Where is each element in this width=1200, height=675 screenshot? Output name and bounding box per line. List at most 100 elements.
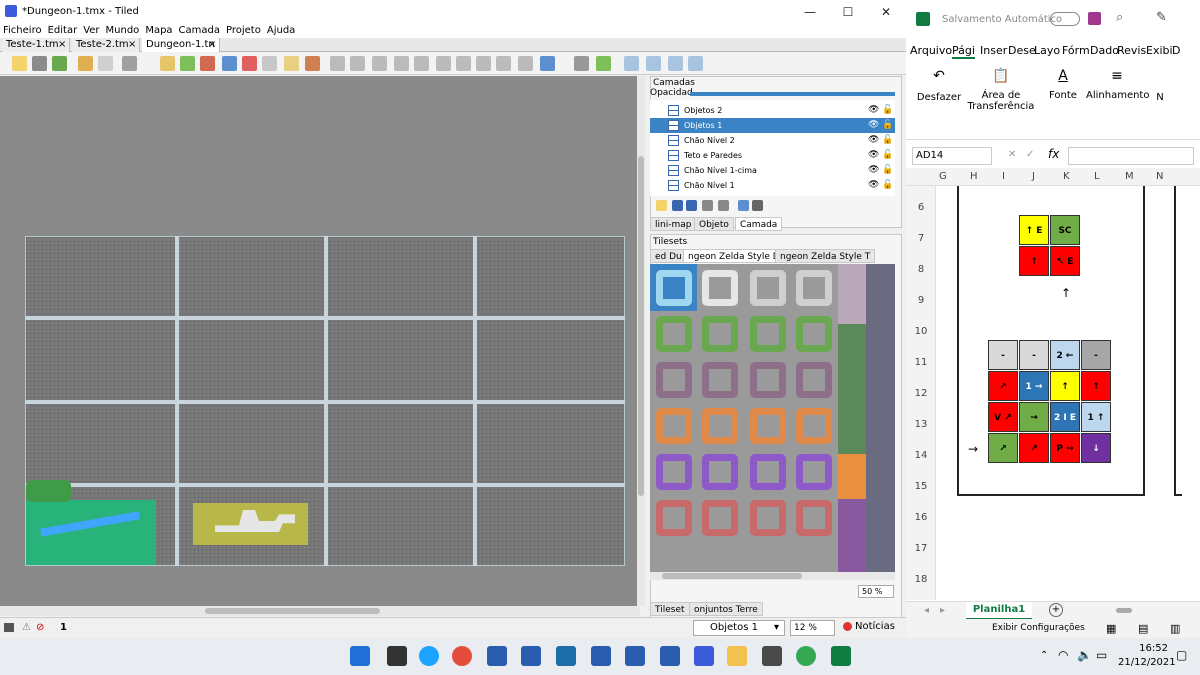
random-mode-icon[interactable]: [574, 56, 589, 71]
eye-icon[interactable]: 👁: [868, 148, 879, 163]
chrome-icon[interactable]: [452, 646, 472, 666]
tile[interactable]: [656, 316, 692, 352]
next-sheet-icon[interactable]: ▸: [940, 605, 945, 616]
stamp-brush-icon[interactable]: [160, 56, 175, 71]
canvas-vertical-scrollbar[interactable]: [637, 76, 645, 606]
row-header[interactable]: 11: [906, 357, 936, 368]
menu-mapa[interactable]: Mapa: [145, 24, 172, 38]
row-header[interactable]: 12: [906, 388, 936, 399]
ribbon-tab-desenhar[interactable]: Dese: [1008, 44, 1036, 57]
unlock-icon[interactable]: 🔓: [882, 163, 893, 178]
sheet-hscroll-thumb[interactable]: [1116, 608, 1132, 613]
menu-ficheiro[interactable]: Ficheiro: [3, 24, 42, 38]
col-header[interactable]: M: [1125, 171, 1134, 182]
camera-icon[interactable]: [625, 646, 645, 666]
shape-outline[interactable]: [1174, 186, 1182, 496]
unlock-icon[interactable]: 🔓: [882, 148, 893, 163]
col-header[interactable]: H: [970, 171, 978, 182]
tab-dungeon-1[interactable]: Dungeon-1.tn ×: [142, 38, 220, 52]
ribbon-tab-more[interactable]: D: [1172, 44, 1180, 57]
tile[interactable]: [702, 362, 738, 398]
shape-fill-icon[interactable]: [222, 56, 237, 71]
row-header[interactable]: 18: [906, 574, 936, 585]
grid-cell[interactable]: 2 ←: [1050, 340, 1080, 370]
menu-projeto[interactable]: Projeto: [226, 24, 261, 38]
ribbon-group-alinhamento[interactable]: ≡ Alinhamento: [1086, 62, 1149, 140]
wangfill-icon[interactable]: [596, 56, 611, 71]
cortana-icon[interactable]: [419, 646, 439, 666]
insert-polygon-icon[interactable]: [436, 56, 451, 71]
eye-icon[interactable]: 👁: [868, 163, 879, 178]
row-header[interactable]: 15: [906, 481, 936, 492]
layer-chao-nivel-1[interactable]: Chão Nível 1 👁 🔓: [650, 178, 895, 193]
menu-mundo[interactable]: Mundo: [106, 24, 140, 38]
rotate-right-icon[interactable]: [688, 56, 703, 71]
layer-teto-e-paredes[interactable]: Teto e Paredes 👁 🔓: [650, 148, 895, 163]
unlock-icon[interactable]: 🔓: [882, 178, 893, 193]
tile-strip[interactable]: [838, 324, 866, 454]
rotate-left-icon[interactable]: [668, 56, 683, 71]
ribbon-group-clipboard[interactable]: 📋 Área de Transferência: [966, 62, 1036, 140]
col-header[interactable]: I: [1002, 171, 1005, 182]
grid-cell[interactable]: ↑ E: [1019, 215, 1049, 245]
tab-camada[interactable]: Camada: [735, 217, 783, 231]
ribbon-tab-arquivo[interactable]: Arquivo: [910, 44, 952, 57]
grid-cell[interactable]: -: [988, 340, 1018, 370]
tile-strip[interactable]: [866, 264, 895, 572]
duplicate-layer-icon[interactable]: [702, 200, 713, 211]
col-header[interactable]: K: [1063, 171, 1070, 182]
tile[interactable]: [656, 270, 692, 306]
flip-vertical-icon[interactable]: [646, 56, 661, 71]
grid-cell[interactable]: SC: [1050, 215, 1080, 245]
tab-teste-1[interactable]: Teste-1.tm ×: [2, 38, 70, 52]
ribbon-tab-exibir[interactable]: Exibi: [1146, 44, 1173, 57]
tile[interactable]: [656, 408, 692, 444]
row-header[interactable]: 6: [906, 202, 936, 213]
col-header[interactable]: G: [939, 171, 947, 182]
cancel-icon[interactable]: ✕: [1008, 149, 1016, 160]
tile[interactable]: [750, 500, 786, 536]
undo-icon[interactable]: [78, 56, 93, 71]
tab-close-icon[interactable]: ×: [208, 38, 216, 52]
enter-icon[interactable]: ✓: [1026, 149, 1034, 160]
unlock-icon[interactable]: 🔓: [882, 103, 893, 118]
eye-icon[interactable]: 👁: [868, 103, 879, 118]
grid-cell[interactable]: ↑: [1019, 246, 1049, 276]
eraser-icon[interactable]: [242, 56, 257, 71]
grid-cell[interactable]: ↓: [1081, 433, 1111, 463]
tab-close-icon[interactable]: ×: [58, 38, 66, 52]
grid-cell[interactable]: ↗: [988, 433, 1018, 463]
tileset-tab[interactable]: ed Du: [650, 249, 687, 263]
new-layer-icon[interactable]: [656, 200, 667, 211]
tileset-view[interactable]: [650, 264, 895, 572]
select-same-tile-icon[interactable]: [305, 56, 320, 71]
tile[interactable]: [702, 316, 738, 352]
row-header[interactable]: 14: [906, 450, 936, 461]
eye-icon[interactable]: 👁: [868, 178, 879, 193]
ribbon-tab-revisao[interactable]: Revis: [1117, 44, 1146, 57]
normal-view-icon[interactable]: ▦: [1106, 622, 1116, 635]
commands-icon[interactable]: [122, 56, 137, 71]
terrain-brush-icon[interactable]: [180, 56, 195, 71]
ribbon-tab-layout[interactable]: Layo: [1034, 44, 1060, 57]
ribbon-group-desfazer[interactable]: ↶ Desfazer: [914, 62, 964, 140]
page-break-icon[interactable]: ▥: [1170, 622, 1180, 635]
grid-cell[interactable]: 2 I E: [1050, 402, 1080, 432]
tile-strip[interactable]: [838, 454, 866, 499]
clock-time[interactable]: 16:52: [1123, 643, 1168, 654]
tile[interactable]: [702, 408, 738, 444]
calculator-icon[interactable]: [762, 646, 782, 666]
start-icon[interactable]: [350, 646, 370, 666]
zoom-select[interactable]: 12 %: [790, 620, 835, 636]
edit-polygons-icon[interactable]: [350, 56, 365, 71]
grid-cell[interactable]: 1 →: [1019, 371, 1049, 401]
grid-cell[interactable]: ↑: [1081, 371, 1111, 401]
tile[interactable]: [702, 270, 738, 306]
row-header[interactable]: 9: [906, 295, 936, 306]
move-icon[interactable]: [540, 56, 555, 71]
menu-camada[interactable]: Camada: [179, 24, 220, 38]
current-layer-select[interactable]: Objetos 1 ▾: [693, 620, 785, 636]
bucket-fill-icon[interactable]: [200, 56, 215, 71]
notification-icon[interactable]: ▢: [1176, 648, 1187, 662]
tile[interactable]: [656, 500, 692, 536]
